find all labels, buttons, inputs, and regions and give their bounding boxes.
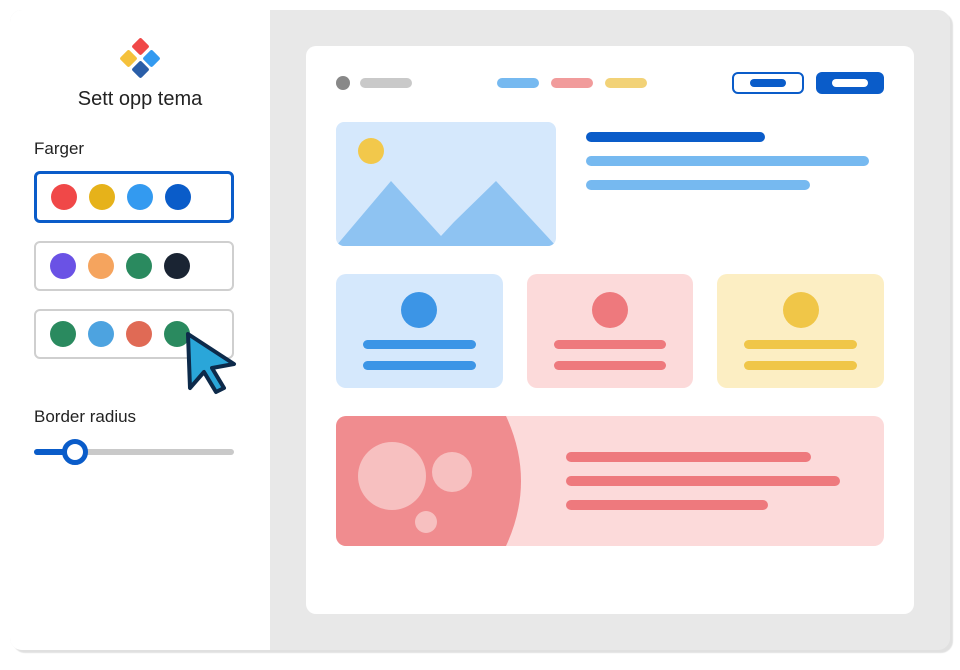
color-palette-3[interactable] [34,309,234,359]
preview-nav [336,72,884,94]
color-swatch [89,184,115,210]
card-line [363,361,475,370]
nav-links [497,78,647,88]
card-line [744,340,856,349]
card-line [554,340,666,349]
logo-block: Sett opp tema [34,40,246,111]
button-label [832,79,868,87]
color-swatch [51,184,77,210]
color-swatch [127,184,153,210]
color-palette-1[interactable] [34,171,234,223]
hero-body-line [586,180,810,190]
color-swatch [50,253,76,279]
color-swatch [165,184,191,210]
brand-dot [336,76,350,90]
card-line [554,361,666,370]
hero-text [586,122,884,246]
brand-text [360,78,412,88]
card-line [744,361,856,370]
color-swatch [50,321,76,347]
hero-image [336,122,556,246]
color-swatch [164,253,190,279]
color-swatch [126,253,152,279]
banner-line [566,476,840,486]
card-line [363,340,475,349]
app-frame: Sett opp tema Farger Border radius [10,10,950,650]
nav-solid-button[interactable] [816,72,884,94]
banner-line [566,452,811,462]
mountains-icon [336,166,556,246]
slider-thumb[interactable] [62,439,88,465]
sun-icon [358,138,384,164]
nav-brand [336,76,412,90]
nav-outline-button[interactable] [732,72,804,94]
border-radius-label: Border radius [34,407,246,427]
hero-body-line [586,156,869,166]
feature-card-2[interactable] [527,274,694,388]
nav-link-1[interactable] [497,78,539,88]
card-icon [592,292,628,328]
sidebar-title: Sett opp tema [78,88,203,111]
color-palettes-group [34,171,246,377]
feature-card-1[interactable] [336,274,503,388]
banner [336,416,884,546]
logo-icon [122,40,158,76]
color-swatch [164,321,190,347]
nav-link-2[interactable] [551,78,593,88]
border-radius-slider[interactable] [34,441,234,463]
banner-graphic [336,416,536,546]
preview-pane [270,10,950,650]
color-swatch [88,253,114,279]
color-swatch [126,321,152,347]
card-icon [401,292,437,328]
banner-line [566,500,768,510]
card-row [336,274,884,388]
banner-text [536,416,884,546]
color-swatch [88,321,114,347]
colors-section-label: Farger [34,139,246,159]
color-palette-2[interactable] [34,241,234,291]
hero-title-line [586,132,765,142]
button-label [750,79,786,87]
hero-row [336,122,884,246]
feature-card-3[interactable] [717,274,884,388]
card-icon [783,292,819,328]
preview-canvas [306,46,914,614]
nav-link-3[interactable] [605,78,647,88]
theme-sidebar: Sett opp tema Farger Border radius [10,10,270,650]
nav-actions [732,72,884,94]
